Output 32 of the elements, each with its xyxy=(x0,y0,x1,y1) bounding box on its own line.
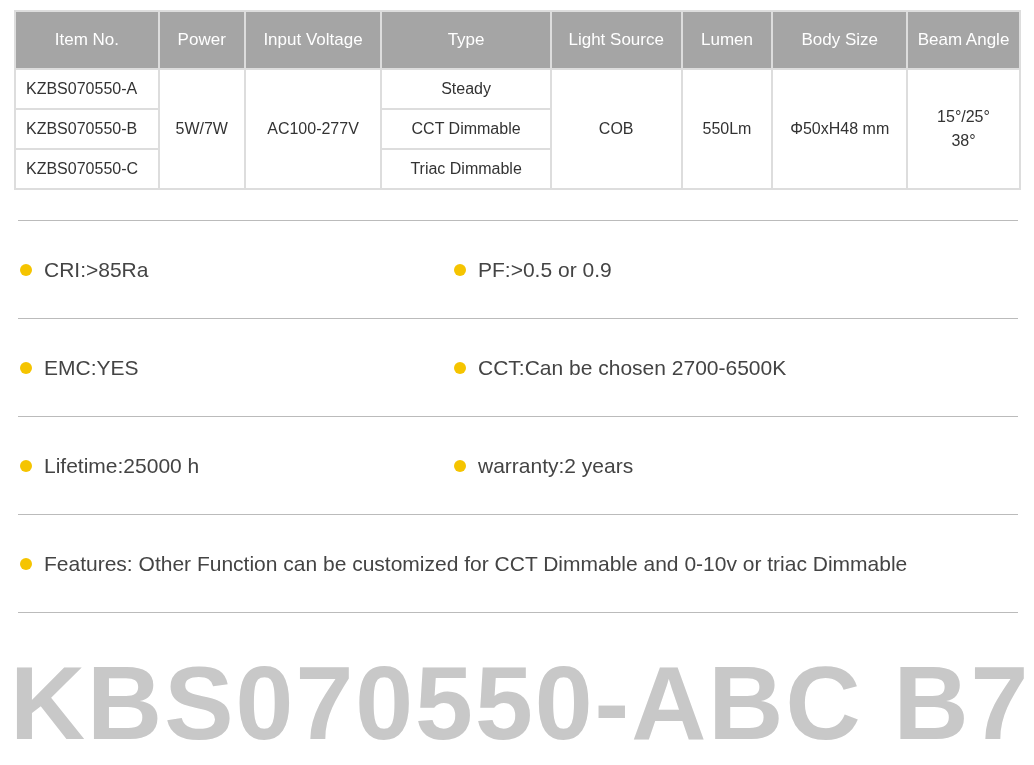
bullet-icon xyxy=(454,459,466,472)
table-cell: KZBS070550-A xyxy=(15,69,159,109)
table-cell: KZBS070550-B xyxy=(15,109,159,149)
table-cell: Φ50xH48 mm xyxy=(772,69,907,189)
table-cell: 15°/25° 38° xyxy=(907,69,1020,189)
bullet-icon xyxy=(454,263,466,276)
column-header: Body Size xyxy=(772,11,907,69)
bullet-icon xyxy=(454,361,466,374)
table-cell: AC100-277V xyxy=(244,69,382,189)
bullet-icon xyxy=(20,557,32,570)
table-cell: 5W/7W xyxy=(158,69,245,189)
column-header: Item No. xyxy=(15,11,159,69)
table-cell: COB xyxy=(550,69,682,189)
feature-text: PF:>0.5 or 0.9 xyxy=(478,256,612,283)
table-cell: Steady xyxy=(381,69,551,109)
table-cell: KZBS070550-C xyxy=(15,149,159,189)
feature-text: EMC:YES xyxy=(44,354,139,381)
table-cell: 550Lm xyxy=(681,69,773,189)
column-header: Lumen xyxy=(681,11,773,69)
feature-text: CRI:>85Ra xyxy=(44,256,149,283)
feature-text: Lifetime:25000 h xyxy=(44,452,200,479)
column-header: Type xyxy=(381,11,551,69)
column-header: Beam Angle xyxy=(907,11,1020,69)
feature-text: warranty:2 years xyxy=(478,452,634,479)
bullet-icon xyxy=(20,361,32,374)
column-header: Input Voltage xyxy=(244,11,382,69)
column-header: Power xyxy=(158,11,245,69)
feature-text: Features: Other Function can be customized for CCT Dimmable and 0-10v or triac Dimmable xyxy=(44,550,908,577)
feature-text: CCT:Can be chosen 2700-6500K xyxy=(478,354,787,381)
column-header: Light Source xyxy=(550,11,682,69)
bullet-icon xyxy=(20,459,32,472)
bullet-icon xyxy=(20,263,32,276)
